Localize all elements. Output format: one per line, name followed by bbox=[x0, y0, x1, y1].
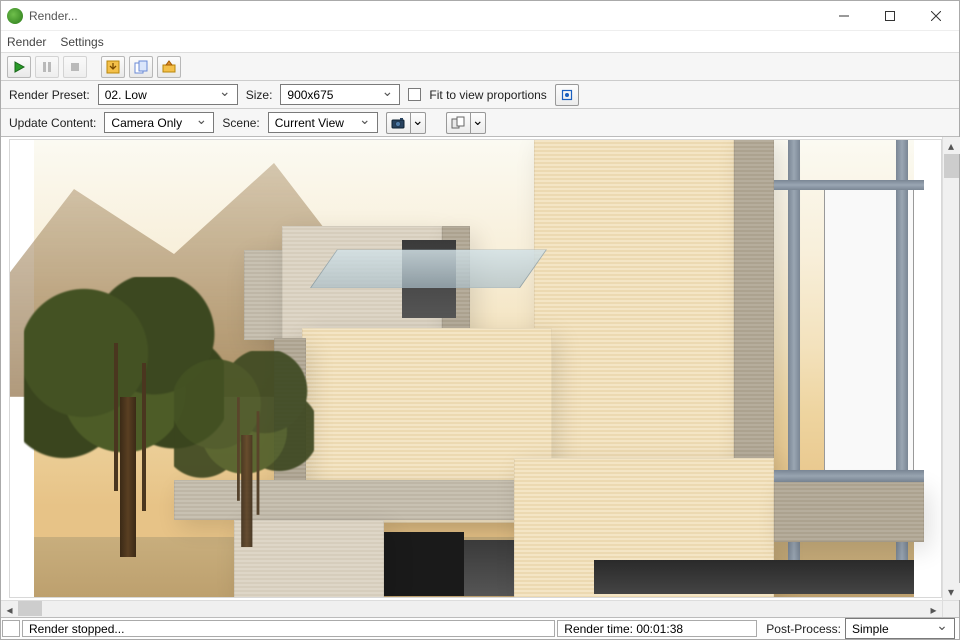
menu-settings[interactable]: Settings bbox=[60, 35, 103, 49]
fit-to-view-checkbox[interactable] bbox=[408, 88, 421, 101]
status-bar: Render stopped... Render time: 00:01:38 … bbox=[1, 617, 959, 639]
vertical-scrollbar[interactable]: ▴ ▾ bbox=[942, 137, 959, 600]
scroll-right-arrow[interactable]: ▸ bbox=[925, 601, 942, 618]
scene-label: Scene: bbox=[222, 116, 259, 130]
size-label: Size: bbox=[246, 88, 273, 102]
scroll-thumb[interactable] bbox=[18, 601, 42, 616]
viewport-area: ▴ ▾ bbox=[1, 137, 959, 600]
post-process-combo[interactable]: Simple bbox=[845, 618, 955, 639]
options-row-1: Render Preset: 02. Low Size: 900x675 Fit… bbox=[1, 81, 959, 109]
menu-render[interactable]: Render bbox=[7, 35, 46, 49]
scroll-up-arrow[interactable]: ▴ bbox=[943, 137, 960, 154]
chevron-down-icon bbox=[217, 88, 233, 102]
minimize-button[interactable] bbox=[821, 1, 867, 31]
scroll-thumb[interactable] bbox=[944, 154, 959, 178]
maximize-button[interactable] bbox=[867, 1, 913, 31]
chevron-down-icon bbox=[379, 88, 395, 102]
copy-view-button[interactable] bbox=[446, 112, 486, 134]
render-window: Render... Render Settings Render Preset:… bbox=[0, 0, 960, 640]
scroll-left-arrow[interactable]: ◂ bbox=[1, 601, 18, 618]
app-icon bbox=[7, 8, 23, 24]
pause-render-button[interactable] bbox=[35, 56, 59, 78]
status-render-time: Render time: 00:01:38 bbox=[557, 620, 757, 637]
window-title: Render... bbox=[29, 9, 821, 23]
toolbar bbox=[1, 53, 959, 81]
update-content-combo[interactable]: Camera Only bbox=[104, 112, 214, 133]
post-process-label: Post-Process: bbox=[766, 622, 841, 636]
titlebar: Render... bbox=[1, 1, 959, 31]
chevron-down-icon bbox=[934, 622, 950, 636]
render-viewport[interactable] bbox=[9, 139, 942, 598]
size-combo[interactable]: 900x675 bbox=[280, 84, 400, 105]
scene-combo[interactable]: Current View bbox=[268, 112, 378, 133]
lock-aspect-button[interactable] bbox=[555, 84, 579, 106]
render-preset-label: Render Preset: bbox=[9, 88, 90, 102]
update-content-label: Update Content: bbox=[9, 116, 96, 130]
chevron-down-icon bbox=[193, 116, 209, 130]
render-image bbox=[34, 140, 914, 597]
save-image-button[interactable] bbox=[101, 56, 125, 78]
chevron-down-icon[interactable] bbox=[470, 112, 486, 134]
capture-camera-button[interactable] bbox=[386, 112, 426, 134]
export-button[interactable] bbox=[157, 56, 181, 78]
status-indicator-box bbox=[2, 620, 20, 637]
status-state: Render stopped... bbox=[22, 620, 555, 637]
horizontal-scrollbar[interactable]: ◂ ▸ bbox=[1, 600, 959, 617]
copy-image-button[interactable] bbox=[129, 56, 153, 78]
start-render-button[interactable] bbox=[7, 56, 31, 78]
menubar: Render Settings bbox=[1, 31, 959, 53]
scroll-down-arrow[interactable]: ▾ bbox=[943, 583, 960, 600]
window-controls bbox=[821, 1, 959, 31]
stop-render-button[interactable] bbox=[63, 56, 87, 78]
chevron-down-icon[interactable] bbox=[410, 112, 426, 134]
fit-to-view-label: Fit to view proportions bbox=[429, 88, 546, 102]
chevron-down-icon bbox=[357, 116, 373, 130]
close-button[interactable] bbox=[913, 1, 959, 31]
render-preset-combo[interactable]: 02. Low bbox=[98, 84, 238, 105]
options-row-2: Update Content: Camera Only Scene: Curre… bbox=[1, 109, 959, 137]
